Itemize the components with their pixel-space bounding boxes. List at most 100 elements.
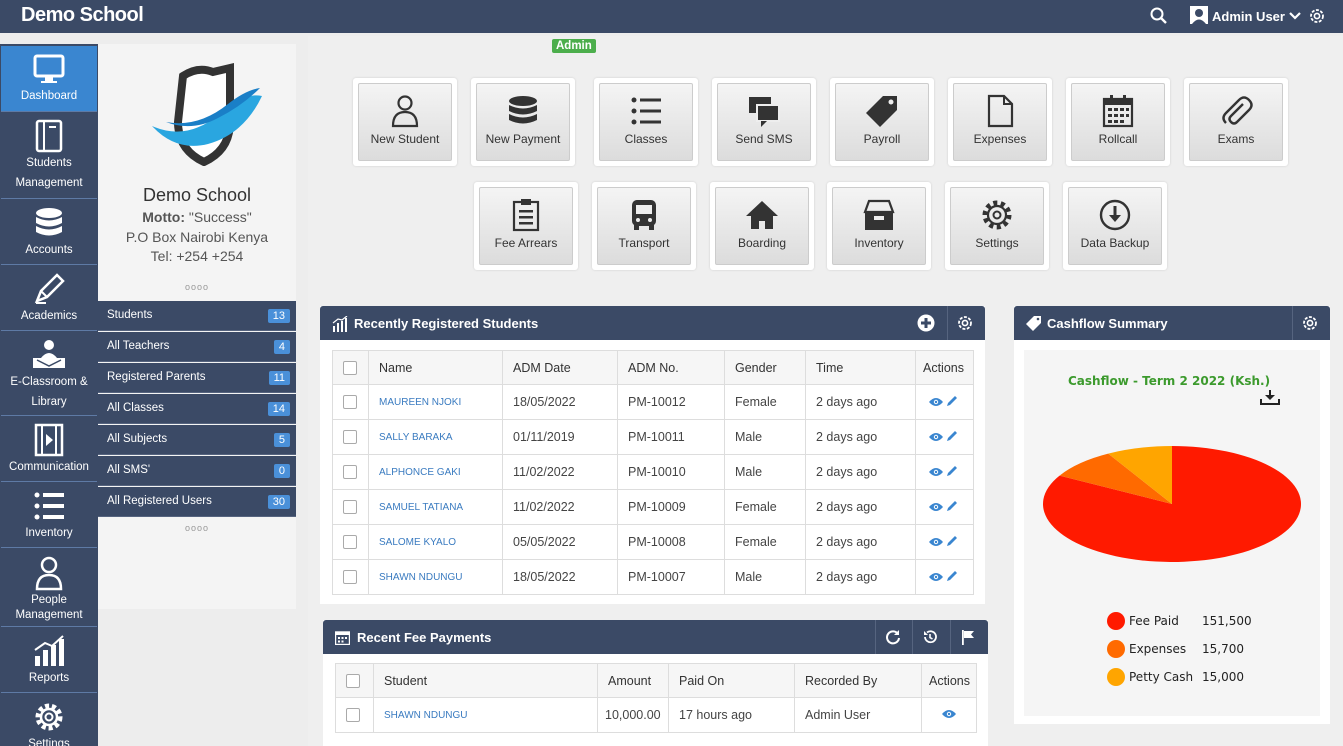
row-checkbox[interactable] [343, 465, 357, 480]
edit-icon[interactable] [946, 430, 958, 445]
nav-accounts[interactable]: Accounts [1, 200, 97, 265]
select-all-checkbox[interactable] [346, 673, 360, 688]
stat-all-registered-users[interactable]: All Registered Users 30 [98, 487, 296, 517]
view-icon[interactable] [929, 431, 943, 445]
tile-expenses[interactable]: Expenses [948, 78, 1052, 166]
col-gender[interactable]: Gender [724, 350, 806, 385]
panel-settings-button[interactable] [1292, 306, 1326, 340]
edit-icon[interactable] [946, 500, 958, 515]
view-icon[interactable] [929, 501, 943, 515]
row-checkbox-cell[interactable] [335, 697, 374, 733]
select-all-checkbox[interactable] [343, 360, 357, 375]
tile-new-payment[interactable]: New Payment [471, 78, 575, 166]
table-row[interactable]: ALPHONCE GAKI 11/02/2022 PM-10010 Male 2 day… [332, 454, 974, 490]
nav-academics[interactable]: Academics [1, 266, 97, 331]
adm-date: 18/05/2022 [502, 559, 618, 595]
refresh-button[interactable] [875, 620, 909, 654]
select-all-checkbox-cell[interactable] [332, 350, 369, 385]
table-row[interactable]: SHAWN NDUNGU 10,000.00 17 hours ago Admin U… [335, 697, 977, 733]
nav-reports[interactable]: Reports [1, 628, 97, 693]
tile-send-sms[interactable]: Send SMS [712, 78, 816, 166]
tile-rollcall[interactable]: Rollcall [1066, 78, 1170, 166]
student-name[interactable]: MAUREEN NJOKI [368, 384, 503, 420]
view-icon[interactable] [929, 466, 943, 480]
table-row[interactable]: SHAWN NDUNGU 18/05/2022 PM-10007 Male 2 days… [332, 559, 974, 595]
history-button[interactable] [912, 620, 946, 654]
view-icon[interactable] [942, 708, 956, 722]
student-name[interactable]: SHAWN NDUNGU [368, 559, 503, 595]
student-name[interactable]: SAMUEL TATIANA [368, 489, 503, 525]
view-icon[interactable] [929, 571, 943, 585]
nav-communication[interactable]: Communication [1, 417, 97, 482]
search-icon[interactable] [1150, 7, 1168, 28]
row-checkbox[interactable] [343, 500, 357, 515]
table-row[interactable]: MAUREEN NJOKI 18/05/2022 PM-10012 Female 2 d… [332, 384, 974, 420]
col-amount[interactable]: Amount [597, 663, 669, 698]
flag-button[interactable] [950, 620, 984, 654]
col-paid-on[interactable]: Paid On [668, 663, 795, 698]
tile-data-backup[interactable]: Data Backup [1063, 182, 1167, 270]
nav-settings[interactable]: Settings [1, 694, 97, 746]
stat-all-classes[interactable]: All Classes 14 [98, 394, 296, 424]
edit-icon[interactable] [946, 465, 958, 480]
student-name[interactable]: SALOME KYALO [368, 524, 503, 560]
edit-icon[interactable] [946, 535, 958, 550]
nav-people-management[interactable]: People Management [1, 549, 97, 627]
tile-new-student[interactable]: New Student [353, 78, 457, 166]
row-checkbox-cell[interactable] [332, 489, 369, 525]
tile-exams[interactable]: Exams [1184, 78, 1288, 166]
row-checkbox-cell[interactable] [332, 454, 369, 490]
row-checkbox[interactable] [343, 570, 357, 585]
nav-students-management[interactable]: Students Management [1, 113, 97, 199]
tile-boarding[interactable]: Boarding [710, 182, 814, 270]
row-checkbox-cell[interactable] [332, 524, 369, 560]
row-checkbox-cell[interactable] [332, 384, 369, 420]
nav-dashboard[interactable]: Dashboard [1, 46, 97, 112]
stat-students[interactable]: Students 13 [98, 301, 296, 331]
col-adm-no[interactable]: ADM No. [617, 350, 725, 385]
nav-e-classroom[interactable]: E-Classroom & Library [1, 332, 97, 416]
table-row[interactable]: SALLY BARAKA 01/11/2019 PM-10011 Male 2 days… [332, 419, 974, 455]
col-student[interactable]: Student [373, 663, 598, 698]
col-recorded-by[interactable]: Recorded By [794, 663, 922, 698]
download-chart-icon[interactable] [1259, 388, 1281, 409]
tile-settings[interactable]: Settings [945, 182, 1049, 270]
edit-icon[interactable] [946, 395, 958, 410]
row-checkbox[interactable] [343, 395, 357, 410]
view-icon[interactable] [929, 536, 943, 550]
row-checkbox-cell[interactable] [332, 559, 369, 595]
app-title[interactable]: Demo School [21, 4, 144, 27]
table-row[interactable]: SAMUEL TATIANA 11/02/2022 PM-10009 Female 2 … [332, 489, 974, 525]
edit-icon[interactable] [946, 570, 958, 585]
stat-all-sms[interactable]: All SMS' 0 [98, 456, 296, 486]
row-checkbox[interactable] [343, 430, 357, 445]
nav-inventory[interactable]: Inventory [1, 483, 97, 548]
stat-all-teachers[interactable]: All Teachers 4 [98, 332, 296, 362]
col-adm-date[interactable]: ADM Date [502, 350, 618, 385]
select-all-checkbox-cell[interactable] [335, 663, 374, 698]
stat-registered-parents[interactable]: Registered Parents 11 [98, 363, 296, 393]
gear-icon[interactable] [1308, 7, 1326, 28]
col-name[interactable]: Name [368, 350, 503, 385]
tile-payroll[interactable]: Payroll [830, 78, 934, 166]
table-row[interactable]: SALOME KYALO 05/05/2022 PM-10008 Female 2 da… [332, 524, 974, 560]
student-name[interactable]: ALPHONCE GAKI [368, 454, 503, 490]
legend-item[interactable]: Fee Paid 151,500 [1107, 612, 1252, 630]
panel-settings-button[interactable] [947, 306, 981, 340]
tile-transport[interactable]: Transport [592, 182, 696, 270]
legend-item[interactable]: Expenses 15,700 [1107, 640, 1244, 658]
student-name[interactable]: SALLY BARAKA [368, 419, 503, 455]
student-name[interactable]: SHAWN NDUNGU [373, 697, 598, 733]
view-icon[interactable] [929, 396, 943, 410]
row-checkbox[interactable] [343, 535, 357, 550]
tile-inventory[interactable]: Inventory [827, 182, 931, 270]
stat-all-subjects[interactable]: All Subjects 5 [98, 425, 296, 455]
row-checkbox-cell[interactable] [332, 419, 369, 455]
tile-fee-arrears[interactable]: Fee Arrears [474, 182, 578, 270]
row-checkbox[interactable] [346, 708, 360, 723]
col-time[interactable]: Time [805, 350, 916, 385]
user-menu[interactable]: Admin User [1190, 6, 1301, 27]
add-student-button[interactable] [909, 306, 943, 340]
tile-classes[interactable]: Classes [594, 78, 698, 166]
legend-item[interactable]: Petty Cash 15,000 [1107, 668, 1244, 686]
